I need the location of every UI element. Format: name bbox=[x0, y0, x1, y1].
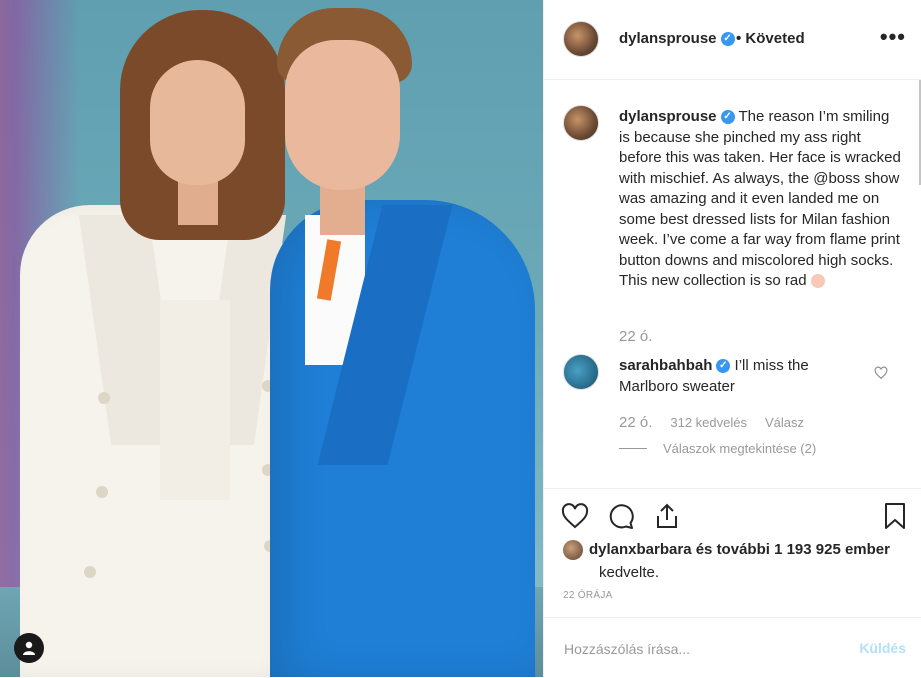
author-avatar[interactable] bbox=[563, 21, 599, 57]
author-username[interactable]: dylansprouse ✓ bbox=[619, 30, 735, 47]
comment-box: Küldés bbox=[544, 617, 921, 678]
comment-like-icon[interactable] bbox=[874, 366, 888, 384]
reply-button[interactable]: Válasz bbox=[765, 415, 804, 430]
heart-icon[interactable] bbox=[560, 501, 590, 531]
comment-time[interactable]: 22 ó. bbox=[619, 414, 652, 431]
comment-icon[interactable] bbox=[606, 501, 636, 531]
woman-face bbox=[150, 60, 245, 185]
comment: sarahbahbah ✓ I’ll miss the Marlboro swea… bbox=[619, 356, 869, 397]
caption-text: The reason I’m smiling is because she pi… bbox=[619, 108, 901, 289]
post-timestamp[interactable]: 22 ÓRÁJA bbox=[563, 590, 613, 601]
comment-input[interactable] bbox=[562, 636, 836, 662]
caption-avatar[interactable] bbox=[563, 105, 599, 141]
post-header: dylansprouse ✓ • Követed ••• bbox=[544, 0, 921, 80]
post-sidebar: dylansprouse ✓ • Követed ••• dylansprouse… bbox=[543, 0, 921, 677]
verified-icon: ✓ bbox=[716, 359, 731, 374]
man-face bbox=[285, 40, 400, 190]
caption: dylansprouse ✓ The reason I’m smiling is … bbox=[619, 107, 904, 292]
bookmark-icon[interactable] bbox=[880, 501, 910, 531]
verified-icon: ✓ bbox=[720, 110, 735, 125]
follow-status-label: Követed bbox=[745, 30, 805, 47]
blazer-button bbox=[84, 566, 96, 578]
hand-emoji-icon bbox=[810, 274, 825, 289]
post-photo[interactable] bbox=[0, 0, 543, 677]
comment-likes[interactable]: 312 kedvelés bbox=[670, 415, 747, 430]
comment-meta: 22 ó. 312 kedvelés Válasz bbox=[619, 414, 804, 431]
view-replies-label: Válaszok megtekintése (2) bbox=[663, 441, 817, 456]
view-replies[interactable]: Válaszok megtekintése (2) bbox=[619, 441, 816, 456]
caption-time[interactable]: 22 ó. bbox=[619, 328, 652, 345]
likes-summary: dylanxbarbara és további 1 193 925 ember… bbox=[563, 540, 890, 581]
blazer-button bbox=[96, 486, 108, 498]
comment-avatar[interactable] bbox=[563, 354, 599, 390]
share-icon[interactable] bbox=[652, 501, 682, 531]
comments-area: dylansprouse ✓ The reason I’m smiling is … bbox=[544, 80, 921, 488]
comment-username[interactable]: sarahbahbah ✓ bbox=[619, 357, 731, 374]
caption-username[interactable]: dylansprouse ✓ bbox=[619, 108, 735, 125]
liker-username[interactable]: dylanxbarbara bbox=[589, 541, 692, 558]
blazer-button bbox=[98, 392, 110, 404]
likes-liked-text: kedvelte. bbox=[599, 564, 660, 581]
follow-status[interactable]: • Követed bbox=[736, 30, 805, 47]
action-bar bbox=[544, 488, 921, 543]
post-comment-button[interactable]: Küldés bbox=[859, 640, 906, 656]
user-tag-icon[interactable] bbox=[14, 633, 44, 663]
white-top bbox=[160, 300, 230, 500]
replies-line bbox=[619, 448, 647, 449]
more-icon[interactable]: ••• bbox=[880, 24, 906, 50]
verified-icon: ✓ bbox=[720, 32, 735, 47]
liker-avatar[interactable] bbox=[563, 540, 583, 560]
likes-count-text[interactable]: és további 1 193 925 ember bbox=[692, 541, 890, 558]
